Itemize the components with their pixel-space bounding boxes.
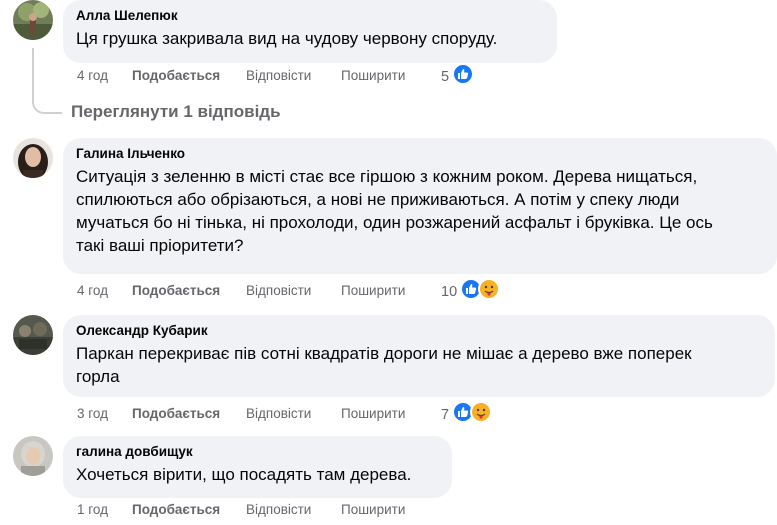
hug-emoji-icon	[470, 401, 492, 423]
share-link[interactable]: Поширити	[341, 280, 405, 302]
reaction-count: 10	[441, 284, 458, 300]
thread-line	[32, 48, 62, 114]
comment-text-line: Паркан перекриває пів сотні квадратів до…	[76, 344, 692, 363]
comment-author[interactable]: галина довбищук	[76, 444, 440, 460]
comment-text: Хочеться вірити, що посадять там дерева.	[76, 463, 440, 486]
comment-time[interactable]: 4 год	[77, 65, 108, 87]
comment-bubble: Алла Шелепюк Ця грушка закривала вид на …	[63, 0, 557, 63]
reply-link[interactable]: Відповісти	[246, 65, 311, 87]
comment-author[interactable]: Галина Ільченко	[76, 146, 765, 162]
comment-author[interactable]: Алла Шелепюк	[76, 8, 545, 24]
comment-text-line: Ця грушка закривала вид на чудову червон…	[76, 29, 498, 48]
avatar[interactable]	[13, 0, 53, 40]
reply-link[interactable]: Відповісти	[246, 499, 311, 521]
comment-time[interactable]: 3 год	[77, 403, 108, 425]
comment-text-line: такі ваші пріоритети?	[76, 236, 244, 255]
comment-text-line: мучаться бо ні тінька, ні прохолоди, оди…	[76, 213, 713, 232]
comment-text-line: Ситуація з зеленню в місті стає все гірш…	[76, 167, 698, 186]
reaction-count: 7	[441, 407, 450, 423]
comment-actions: 4 год Подобається Відповісти Поширити 5	[77, 63, 497, 87]
comment-text: Паркан перекриває пів сотні квадратів до…	[76, 342, 763, 388]
comment-text-line: горла	[76, 367, 120, 386]
share-link[interactable]: Поширити	[341, 65, 405, 87]
avatar[interactable]	[13, 138, 53, 178]
avatar[interactable]	[13, 436, 53, 476]
comment-actions: 4 год Подобається Відповісти Поширити 10	[77, 278, 517, 302]
like-link[interactable]: Подобається	[132, 499, 220, 521]
avatar[interactable]	[13, 315, 53, 355]
comment-actions: 3 год Подобається Відповісти Поширити 7	[77, 401, 517, 425]
like-link[interactable]: Подобається	[132, 403, 220, 425]
view-replies-link[interactable]: Переглянути 1 відповідь	[71, 101, 281, 123]
comment-bubble: галина довбищук Хочеться вірити, що поса…	[63, 436, 452, 498]
hug-emoji-icon	[478, 278, 500, 300]
comment-text: Ситуація з зеленню в місті стає все гірш…	[76, 165, 765, 257]
comment-actions: 1 год Подобається Відповісти Поширити	[77, 499, 497, 521]
like-link[interactable]: Подобається	[132, 65, 220, 87]
reply-link[interactable]: Відповісти	[246, 280, 311, 302]
comment-text: Ця грушка закривала вид на чудову червон…	[76, 27, 545, 50]
comment-time[interactable]: 1 год	[77, 499, 108, 521]
reply-link[interactable]: Відповісти	[246, 403, 311, 425]
share-link[interactable]: Поширити	[341, 499, 405, 521]
like-link[interactable]: Подобається	[132, 280, 220, 302]
share-link[interactable]: Поширити	[341, 403, 405, 425]
comment-text-line: спилюються або обрізаються, а нові не пр…	[76, 190, 680, 209]
comment-bubble: Олександр Кубарик Паркан перекриває пів …	[63, 315, 775, 397]
reaction-count: 5	[441, 69, 450, 85]
comment-author[interactable]: Олександр Кубарик	[76, 323, 763, 339]
comment-time[interactable]: 4 год	[77, 280, 108, 302]
comment-bubble: Галина Ільченко Ситуація з зеленню в міс…	[63, 138, 777, 274]
like-icon	[452, 63, 474, 85]
comment-text-line: Хочеться вірити, що посадять там дерева.	[76, 465, 412, 484]
